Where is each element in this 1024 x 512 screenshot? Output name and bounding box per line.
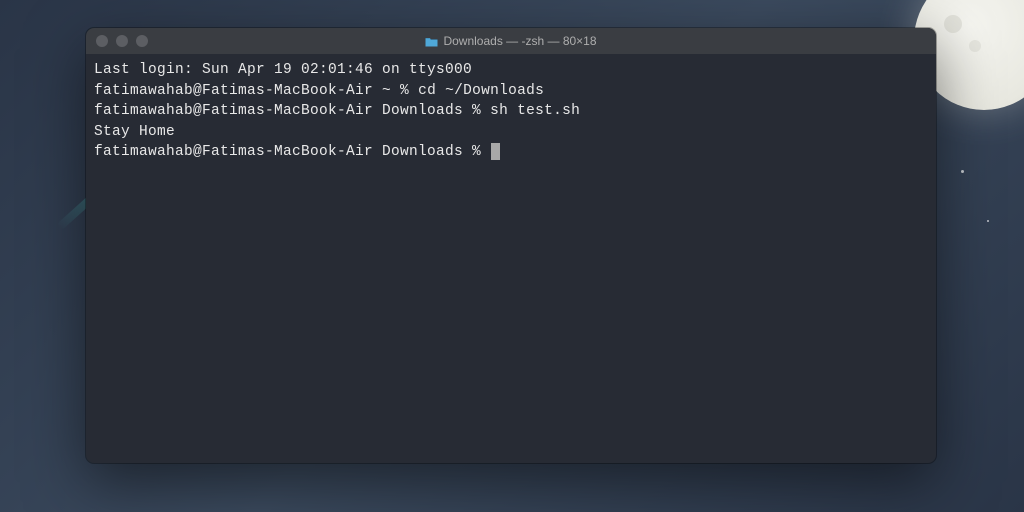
terminal-window: Downloads — -zsh — 80×18 Last login: Sun… bbox=[86, 28, 936, 463]
terminal-body[interactable]: Last login: Sun Apr 19 02:01:46 on ttys0… bbox=[86, 54, 936, 169]
minimize-button[interactable] bbox=[116, 35, 128, 47]
command-line: fatimawahab@Fatimas-MacBook-Air ~ % cd ~… bbox=[94, 81, 928, 102]
command-line: fatimawahab@Fatimas-MacBook-Air Download… bbox=[94, 101, 928, 122]
cursor bbox=[491, 143, 500, 160]
window-title: Downloads — -zsh — 80×18 bbox=[86, 34, 936, 48]
star-decoration bbox=[987, 220, 989, 222]
command-text: sh test.sh bbox=[490, 103, 580, 119]
star-decoration bbox=[961, 170, 964, 173]
prompt: fatimawahab@Fatimas-MacBook-Air Download… bbox=[94, 144, 490, 160]
last-login-line: Last login: Sun Apr 19 02:01:46 on ttys0… bbox=[94, 60, 928, 81]
command-text: cd ~/Downloads bbox=[418, 83, 544, 99]
close-button[interactable] bbox=[96, 35, 108, 47]
folder-icon bbox=[425, 36, 438, 46]
prompt-line: fatimawahab@Fatimas-MacBook-Air Download… bbox=[94, 142, 928, 163]
maximize-button[interactable] bbox=[136, 35, 148, 47]
output-line: Stay Home bbox=[94, 122, 928, 143]
prompt: fatimawahab@Fatimas-MacBook-Air ~ % bbox=[94, 83, 418, 99]
traffic-lights bbox=[86, 35, 148, 47]
title-bar[interactable]: Downloads — -zsh — 80×18 bbox=[86, 28, 936, 54]
prompt: fatimawahab@Fatimas-MacBook-Air Download… bbox=[94, 103, 490, 119]
window-title-text: Downloads — -zsh — 80×18 bbox=[443, 34, 596, 48]
